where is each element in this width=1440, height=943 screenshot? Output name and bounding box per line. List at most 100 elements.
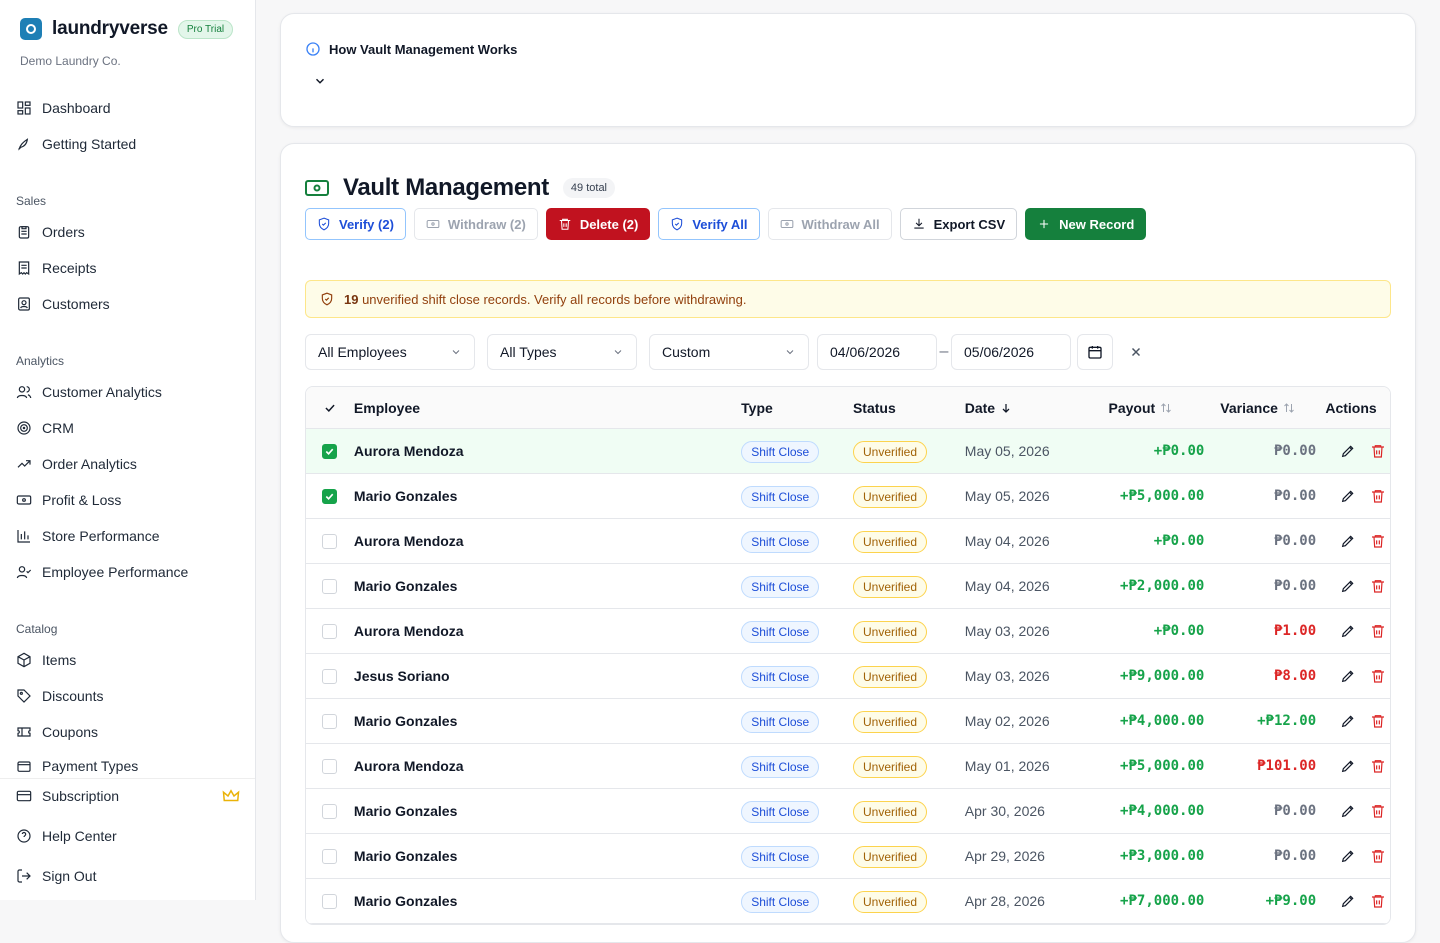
sidebar-item-subscription[interactable]: Subscription [16, 786, 119, 806]
button-label: Withdraw (2) [447, 216, 526, 232]
chevron-down-icon[interactable] [313, 74, 327, 88]
edit-icon[interactable] [1340, 578, 1356, 594]
column-header-employee[interactable]: Employee [354, 400, 741, 416]
info-toggle[interactable]: How Vault Management Works [305, 41, 517, 57]
row-checkbox-cell [306, 758, 354, 774]
export-csv-button[interactable]: Export CSV [899, 208, 1018, 240]
alert-message: unverified shift close records. Verify a… [358, 291, 747, 307]
table-row[interactable]: Mario Gonzales Shift Close Unverified Apr 2… [306, 834, 1390, 879]
table-row[interactable]: Mario Gonzales Shift Close Unverified Apr 2… [306, 879, 1390, 924]
sidebar-item-crm[interactable]: CRM [16, 418, 74, 438]
sidebar-item-employee-performance[interactable]: Employee Performance [16, 562, 188, 582]
row-checkbox[interactable] [322, 578, 338, 594]
sidebar-item-items[interactable]: Items [16, 650, 76, 670]
trash-icon[interactable] [1370, 848, 1386, 864]
row-checkbox[interactable] [322, 713, 338, 729]
sidebar-item-help-center[interactable]: Help Center [16, 826, 117, 846]
row-checkbox[interactable] [322, 848, 338, 864]
edit-icon[interactable] [1340, 803, 1356, 819]
sidebar-item-sign-out[interactable]: Sign Out [16, 866, 96, 886]
edit-icon[interactable] [1340, 893, 1356, 909]
table-row[interactable]: Mario Gonzales Shift Close Unverified Apr 3… [306, 789, 1390, 834]
column-header-type: Type [741, 399, 773, 416]
trash-icon[interactable] [1370, 803, 1386, 819]
column-header-date[interactable]: Date [965, 400, 1093, 416]
row-checkbox[interactable] [322, 443, 338, 459]
variance-cell: ₱0.00 [1273, 443, 1317, 459]
sidebar-item-profit-loss[interactable]: Profit & Loss [16, 490, 121, 510]
edit-icon[interactable] [1340, 623, 1356, 639]
date-from-input[interactable]: 04/06/2026 [817, 334, 937, 370]
delete-selected-button[interactable]: Delete (2) [545, 208, 651, 240]
trash-icon[interactable] [1370, 533, 1386, 549]
sidebar-item-discounts[interactable]: Discounts [16, 686, 103, 706]
sidebar-item-getting-started[interactable]: Getting Started [16, 134, 136, 154]
info-title: How Vault Management Works [329, 41, 518, 57]
type-filter-select[interactable]: All Types [487, 334, 637, 370]
trash-icon[interactable] [1370, 443, 1386, 459]
date-to-input[interactable]: 05/06/2026 [951, 334, 1071, 370]
edit-icon[interactable] [1340, 533, 1356, 549]
new-record-button[interactable]: New Record [1025, 208, 1147, 240]
shield-alert-icon [321, 292, 333, 306]
sidebar-item-receipts[interactable]: Receipts [16, 258, 96, 278]
table-row[interactable]: Mario Gonzales Shift Close Unverified May 0… [306, 474, 1390, 519]
verify-selected-button[interactable]: Verify (2) [305, 208, 406, 240]
trash-icon[interactable] [1370, 488, 1386, 504]
status-badge: Unverified [852, 801, 928, 823]
row-checkbox[interactable] [322, 893, 338, 909]
employee-filter-select[interactable]: All Employees [305, 334, 475, 370]
date-range-select[interactable]: Custom [649, 334, 809, 370]
plus-icon [1040, 219, 1049, 229]
select-all-checkbox[interactable] [306, 401, 354, 415]
sidebar-item-customers[interactable]: Customers [16, 294, 110, 314]
calendar-button[interactable] [1077, 334, 1113, 370]
table-row[interactable]: Aurora Mendoza Shift Close Unverified May 0… [306, 519, 1390, 564]
edit-icon[interactable] [1340, 488, 1356, 504]
trash-icon[interactable] [1370, 623, 1386, 639]
table-row[interactable]: Aurora Mendoza Shift Close Unverified May 0… [306, 429, 1390, 474]
table-row[interactable]: Aurora Mendoza Shift Close Unverified May 0… [306, 609, 1390, 654]
sidebar-item-store-performance[interactable]: Store Performance [16, 526, 160, 546]
sidebar-item-payment-types[interactable]: Payment Types [16, 758, 138, 774]
brand[interactable]: laundryverse Pro Trial [20, 18, 234, 40]
sidebar-item-order-analytics[interactable]: Order Analytics [16, 454, 137, 474]
trash-icon[interactable] [1370, 893, 1386, 909]
table-row[interactable]: Mario Gonzales Shift Close Unverified May 0… [306, 699, 1390, 744]
table-row[interactable]: Mario Gonzales Shift Close Unverified May 0… [306, 564, 1390, 609]
clear-filter-icon[interactable] [1129, 345, 1143, 359]
button-label: Delete (2) [579, 216, 639, 232]
edit-icon[interactable] [1340, 443, 1356, 459]
row-checkbox[interactable] [322, 533, 338, 549]
button-label: Verify All [692, 216, 748, 232]
row-checkbox[interactable] [322, 803, 338, 819]
sidebar-item-label: Receipts [42, 260, 97, 276]
trash-icon[interactable] [1370, 758, 1386, 774]
edit-icon[interactable] [1340, 758, 1356, 774]
variance-cell: +₱12.00 [1257, 713, 1317, 729]
sidebar-item-customer-analytics[interactable]: Customer Analytics [16, 382, 162, 402]
row-checkbox[interactable] [322, 668, 338, 684]
column-header-variance[interactable]: Variance [1204, 400, 1316, 416]
sidebar-item-dashboard[interactable]: Dashboard [16, 98, 111, 118]
row-checkbox[interactable] [322, 758, 338, 774]
sidebar-item-orders[interactable]: Orders [16, 222, 85, 242]
vault-header: Vault Management 49 total [305, 174, 616, 202]
table-row[interactable]: Aurora Mendoza Shift Close Unverified May 0… [306, 744, 1390, 789]
trash-icon[interactable] [1370, 668, 1386, 684]
sidebar: laundryverse Pro Trial Demo Laundry Co. … [0, 0, 256, 900]
trash-icon[interactable] [1370, 578, 1386, 594]
edit-icon[interactable] [1340, 848, 1356, 864]
row-checkbox[interactable] [322, 488, 338, 504]
sidebar-item-label: Help Center [42, 828, 117, 844]
verify-all-button[interactable]: Verify All [658, 208, 760, 240]
withdraw-selected-button[interactable]: Withdraw (2) [413, 208, 538, 240]
sidebar-item-coupons[interactable]: Coupons [16, 722, 98, 742]
table-row[interactable]: Jesus Soriano Shift Close Unverified May 03… [306, 654, 1390, 699]
edit-icon[interactable] [1340, 668, 1356, 684]
edit-icon[interactable] [1340, 713, 1356, 729]
column-header-payout[interactable]: Payout [1092, 400, 1204, 416]
trash-icon[interactable] [1370, 713, 1386, 729]
row-checkbox[interactable] [322, 623, 338, 639]
withdraw-all-button[interactable]: Withdraw All [767, 208, 892, 240]
